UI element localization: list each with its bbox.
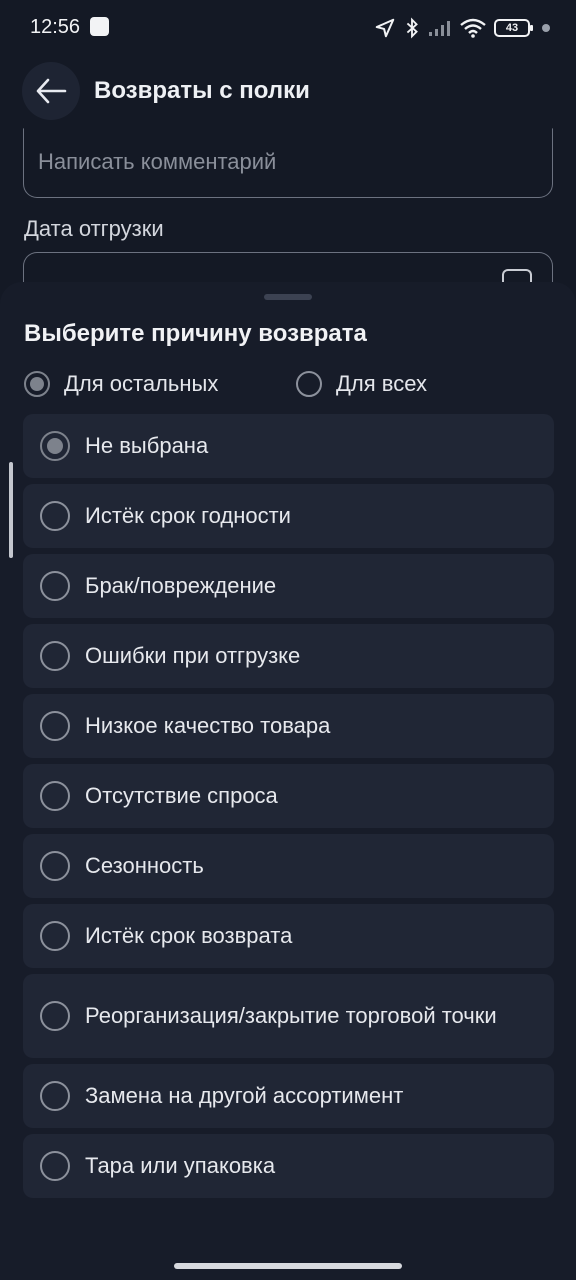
- reason-label: Истёк срок возврата: [85, 923, 293, 948]
- status-time: 12:56: [30, 16, 81, 38]
- radio-icon: [40, 1151, 70, 1181]
- battery-level: 43: [505, 22, 519, 34]
- radio-icon: [40, 1081, 70, 1111]
- location-icon: [375, 18, 395, 38]
- radio-icon: [40, 431, 70, 461]
- sheet-title: Выберите причину возврата: [24, 320, 367, 347]
- reason-label: Низкое качество товара: [85, 713, 331, 738]
- return-reason-sheet: Выберите причину возврата Для остальных …: [0, 282, 576, 1280]
- notification-icon: [90, 17, 109, 36]
- reason-label: Замена на другой ассортимент: [85, 1083, 404, 1108]
- bluetooth-icon: [406, 17, 418, 39]
- reason-label: Истёк срок годности: [85, 503, 291, 528]
- reason-item[interactable]: Отсутствие спроса: [23, 764, 554, 828]
- sheet-drag-handle[interactable]: [264, 294, 312, 300]
- reason-label: Тара или упаковка: [85, 1153, 276, 1178]
- scroll-indicator[interactable]: [9, 462, 13, 558]
- reason-item[interactable]: Низкое качество товара: [23, 694, 554, 758]
- reason-item[interactable]: Истёк срок возврата: [23, 904, 554, 968]
- scope-selector: Для остальных Для всех: [24, 368, 554, 400]
- reason-list: Не выбрана Истёк срок годности Брак/повр…: [23, 414, 554, 1204]
- radio-icon: [40, 641, 70, 671]
- reason-item[interactable]: Не выбрана: [23, 414, 554, 478]
- wifi-icon: [460, 18, 486, 38]
- reason-label: Ошибки при отгрузке: [85, 643, 301, 668]
- scope-option-all[interactable]: Для всех: [296, 368, 427, 400]
- app-header: Возвраты с полки: [0, 62, 576, 122]
- reason-item[interactable]: Сезонность: [23, 834, 554, 898]
- ship-date-label: Дата отгрузки: [24, 216, 164, 241]
- radio-icon: [296, 371, 322, 397]
- scope-option-others[interactable]: Для остальных: [24, 368, 218, 400]
- reason-item[interactable]: Тара или упаковка: [23, 1134, 554, 1198]
- signal-icon: [429, 21, 450, 36]
- home-indicator[interactable]: [174, 1263, 402, 1269]
- reason-item[interactable]: Ошибки при отгрузке: [23, 624, 554, 688]
- reason-label: Реорганизация/закрытие торговой точки: [85, 1003, 497, 1028]
- page-title: Возвраты с полки: [94, 77, 310, 104]
- back-button[interactable]: [22, 62, 80, 120]
- comment-input[interactable]: Написать комментарий: [23, 128, 553, 198]
- radio-icon: [40, 571, 70, 601]
- reason-label: Не выбрана: [85, 433, 209, 458]
- radio-icon: [40, 781, 70, 811]
- scope-option-label: Для остальных: [64, 371, 219, 396]
- radio-icon: [40, 921, 70, 951]
- radio-icon: [24, 371, 50, 397]
- reason-item[interactable]: Истёк срок годности: [23, 484, 554, 548]
- radio-icon: [40, 711, 70, 741]
- status-icons: 43: [374, 14, 550, 42]
- scope-option-label: Для всех: [336, 371, 427, 396]
- reason-item[interactable]: Брак/повреждение: [23, 554, 554, 618]
- arrow-left-icon: [36, 78, 67, 104]
- radio-icon: [40, 501, 70, 531]
- battery-icon: 43: [494, 19, 533, 37]
- radio-icon: [40, 1001, 70, 1031]
- status-bar: 12:56 43: [0, 0, 576, 56]
- reason-item[interactable]: Реорганизация/закрытие торговой точки: [23, 974, 554, 1058]
- reason-label: Сезонность: [85, 853, 204, 878]
- reason-label: Отсутствие спроса: [85, 783, 278, 808]
- comment-placeholder: Написать комментарий: [38, 149, 277, 174]
- radio-icon: [40, 851, 70, 881]
- screen: 12:56 43 Возвраты с полки Написать комме…: [0, 0, 576, 1280]
- status-dot-icon: [542, 24, 550, 32]
- reason-label: Брак/повреждение: [85, 573, 277, 598]
- reason-item[interactable]: Замена на другой ассортимент: [23, 1064, 554, 1128]
